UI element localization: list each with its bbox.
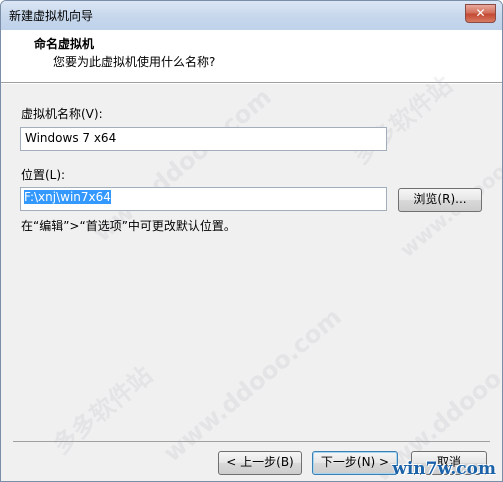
- next-button[interactable]: 下一步(N) >: [312, 451, 398, 475]
- watermark-site-2: 多多软件站: [47, 361, 158, 460]
- back-button[interactable]: < 上一步(B): [218, 451, 302, 475]
- window-title: 新建虚拟机向导: [9, 9, 94, 23]
- vm-name-label: 虚拟机名称(V):: [21, 107, 103, 121]
- wizard-window: 新建虚拟机向导 ✕ 命名虚拟机 您要为此虚拟机使用什么名称? www.ddooo…: [0, 0, 503, 482]
- site-logo: win7w.com: [392, 459, 496, 479]
- page-subtitle: 您要为此虚拟机使用什么名称?: [53, 55, 216, 69]
- location-field[interactable]: F:\xnj\win7x64: [20, 187, 387, 211]
- location-hint: 在“编辑”>“首选项”中可更改默认位置。: [21, 219, 236, 233]
- page-title: 命名虚拟机: [34, 37, 95, 51]
- browse-button[interactable]: 浏览(R)...: [398, 188, 482, 212]
- title-bar[interactable]: 新建虚拟机向导 ✕: [1, 1, 502, 30]
- location-label: 位置(L):: [21, 168, 66, 182]
- close-icon[interactable]: ✕: [465, 4, 496, 23]
- watermark-url-3: www.ddooo.com: [158, 302, 347, 468]
- wizard-header: 命名虚拟机 您要为此虚拟机使用什么名称?: [1, 30, 502, 83]
- header-divider: [1, 83, 502, 84]
- vm-name-field[interactable]: Windows 7 x64: [20, 127, 387, 151]
- location-value: F:\xnj\win7x64: [24, 190, 111, 204]
- footer-divider: [13, 441, 490, 442]
